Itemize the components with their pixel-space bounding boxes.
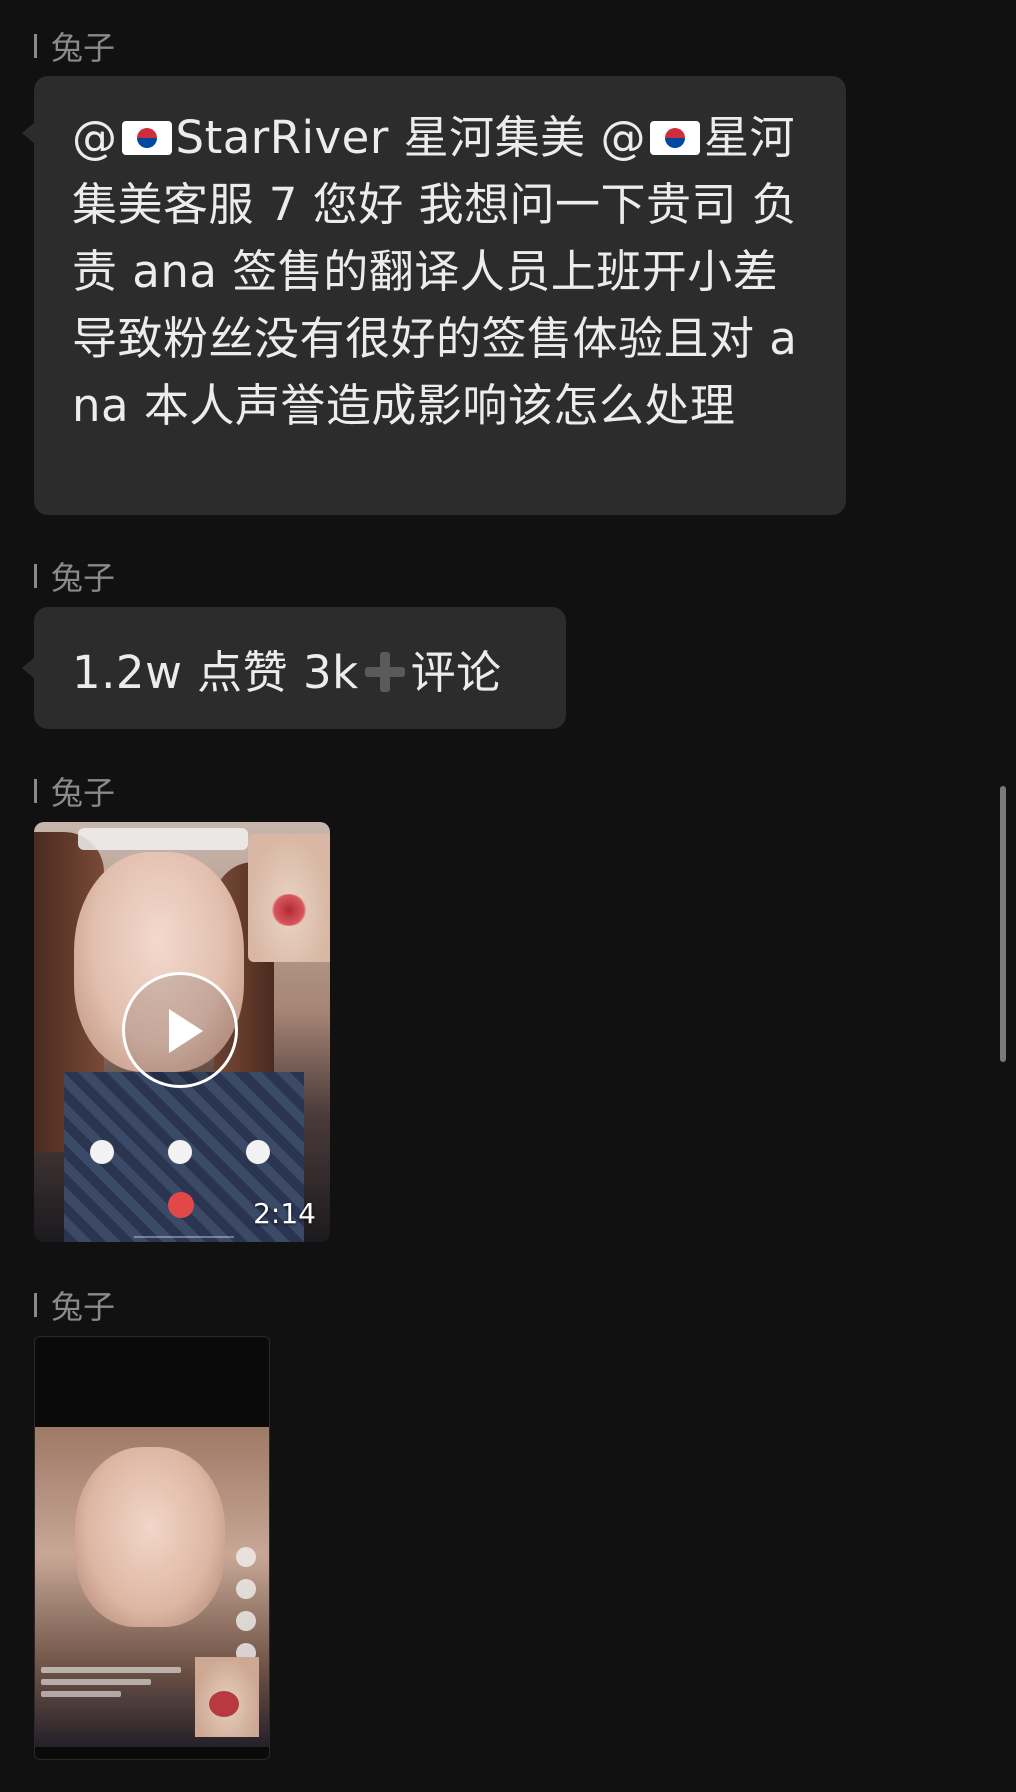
stats-text: 1.2w 点赞 3k [72,645,359,699]
video-frame-detail [78,828,248,850]
sender-marker [34,564,37,588]
message-text: @ StarRiver 星河集美 @ 星河集美客服 7 您好 我想问一下贵司 负责 … [72,104,808,439]
image-frame-detail [75,1447,225,1627]
image-pip-frame [195,1657,259,1737]
mention-name: StarRiver 星河集美 [175,111,601,164]
camera-icon [246,1140,270,1164]
message-bubble[interactable]: @ StarRiver 星河集美 @ 星河集美客服 7 您好 我想问一下贵司 负责 … [22,76,846,515]
sender-marker [34,34,37,58]
image-frame-detail [41,1667,191,1703]
image-frame-detail [35,1337,269,1367]
mention-at: @ [72,111,118,164]
video-pip-frame [248,834,330,962]
south-korea-flag-icon [649,121,700,155]
video-duration: 2:14 [253,1197,316,1230]
message-text: 1.2w 点赞 3k 评论 [72,636,502,701]
message-bubble[interactable]: 1.2w 点赞 3k 评论 [22,607,566,729]
sender-marker [34,1293,37,1317]
heavy-plus-icon [363,650,407,694]
end-call-icon [168,1192,194,1218]
mention-at: @ [600,111,646,164]
sender-label: 兔子 [51,29,116,67]
sender-label: 兔子 [51,559,116,597]
image-message-thumbnail[interactable] [34,1336,270,1760]
sender-name: 兔子 [34,24,115,68]
scrollbar[interactable] [1000,786,1006,1062]
south-korea-flag-icon [121,121,172,155]
sender-label: 兔子 [51,774,116,812]
mic-icon [90,1140,114,1164]
speaker-icon [168,1140,192,1164]
sender-label: 兔子 [51,1288,116,1326]
video-progress-track [134,1236,234,1238]
play-icon[interactable] [122,972,238,1088]
sender-marker [34,779,37,803]
stats-text: 评论 [410,645,502,699]
video-message-thumbnail[interactable]: 2:14 [34,822,330,1242]
sender-name: 兔子 [34,1283,115,1327]
sender-name: 兔子 [34,554,115,598]
sender-name: 兔子 [34,769,115,813]
